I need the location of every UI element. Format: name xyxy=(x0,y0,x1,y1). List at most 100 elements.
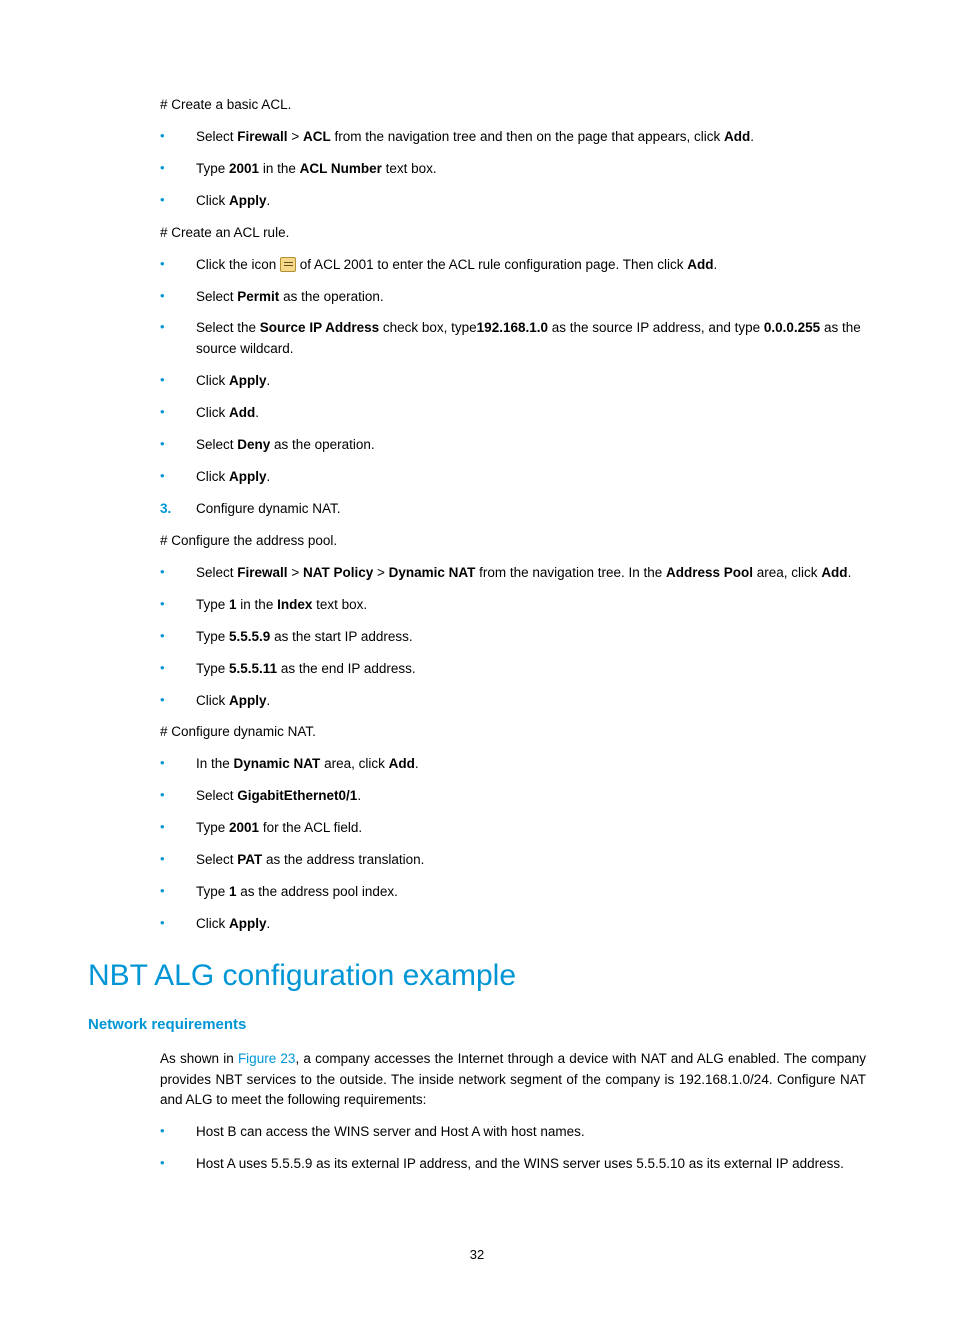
text-bold: 1 xyxy=(229,884,237,899)
text-bold: Deny xyxy=(237,437,270,452)
list-item: Click Apply. xyxy=(160,914,866,935)
figure-reference[interactable]: Figure 23 xyxy=(238,1051,296,1066)
text-bold: Index xyxy=(277,597,312,612)
text: as the end IP address. xyxy=(277,661,416,676)
text-bold: ACL Number xyxy=(300,161,382,176)
text: text box. xyxy=(312,597,367,612)
text: . xyxy=(357,788,361,803)
text: Type xyxy=(196,661,229,676)
text: Type xyxy=(196,629,229,644)
text: . xyxy=(267,469,271,484)
text: Select xyxy=(196,565,237,580)
text: in the xyxy=(259,161,300,176)
text-bold: 5.5.5.9 xyxy=(229,629,270,644)
subsection-heading: Network requirements xyxy=(88,1013,866,1036)
text: for the ACL field. xyxy=(259,820,362,835)
list-item: Host A uses 5.5.5.9 as its external IP a… xyxy=(160,1154,866,1175)
section-heading: NBT ALG configuration example xyxy=(88,953,866,1000)
create-acl-rule: # Create an ACL rule. xyxy=(160,223,866,244)
text: . xyxy=(267,373,271,388)
text: as the operation. xyxy=(279,289,383,304)
text: area, click xyxy=(753,565,821,580)
configure-dynamic-nat: # Configure dynamic NAT. xyxy=(160,722,866,743)
step-number: 3. xyxy=(160,499,171,520)
text-bold: Add xyxy=(229,405,255,420)
list-item: Select Firewall > ACL from the navigatio… xyxy=(160,127,866,148)
text: > xyxy=(288,565,303,580)
text: Select xyxy=(196,129,237,144)
text: Host B can access the WINS server and Ho… xyxy=(196,1124,585,1139)
text: . xyxy=(848,565,852,580)
text: Type xyxy=(196,820,229,835)
text: As shown in xyxy=(160,1051,238,1066)
text: from the navigation tree. In the xyxy=(475,565,666,580)
text-bold: Add xyxy=(687,257,713,272)
text: Click xyxy=(196,469,229,484)
text: . xyxy=(267,193,271,208)
text-bold: Apply xyxy=(229,916,267,931)
text: in the xyxy=(237,597,278,612)
text: as the address pool index. xyxy=(237,884,398,899)
bullet-group-4: In the Dynamic NAT area, click Add. Sele… xyxy=(160,754,866,935)
text: from the navigation tree and then on the… xyxy=(331,129,724,144)
text-bold: Permit xyxy=(237,289,279,304)
create-basic-acl: # Create a basic ACL. xyxy=(160,95,866,116)
list-item: Type 5.5.5.11 as the end IP address. xyxy=(160,659,866,680)
list-item: Type 1 as the address pool index. xyxy=(160,882,866,903)
text-bold: GigabitEthernet0/1 xyxy=(237,788,357,803)
text-bold: 2001 xyxy=(229,820,259,835)
edit-icon xyxy=(280,257,296,272)
text: . xyxy=(415,756,419,771)
list-item: Type 1 in the Index text box. xyxy=(160,595,866,616)
text: Select xyxy=(196,788,237,803)
text: Select xyxy=(196,437,237,452)
step-text: Configure dynamic NAT. xyxy=(196,501,341,516)
text: of ACL 2001 to enter the ACL rule config… xyxy=(296,257,687,272)
intro-paragraph: As shown in Figure 23, a company accesse… xyxy=(160,1049,866,1112)
list-item: Click Apply. xyxy=(160,467,866,488)
list-item: Type 5.5.5.9 as the start IP address. xyxy=(160,627,866,648)
text-bold: 5.5.5.11 xyxy=(229,661,277,676)
text: Click xyxy=(196,373,229,388)
step-3: 3. Configure dynamic NAT. xyxy=(160,499,866,520)
text-bold: Add xyxy=(821,565,847,580)
text: area, click xyxy=(320,756,388,771)
text: Host A uses 5.5.5.9 as its external IP a… xyxy=(196,1156,844,1171)
text: > xyxy=(288,129,303,144)
list-item: Click Add. xyxy=(160,403,866,424)
text: as the address translation. xyxy=(262,852,424,867)
text: as the operation. xyxy=(270,437,374,452)
text-bold: Apply xyxy=(229,469,267,484)
text: text box. xyxy=(382,161,437,176)
list-item: Select Deny as the operation. xyxy=(160,435,866,456)
bullet-group-3: Select Firewall > NAT Policy > Dynamic N… xyxy=(160,563,866,712)
text: . xyxy=(714,257,718,272)
text-bold: Add xyxy=(389,756,415,771)
list-item: In the Dynamic NAT area, click Add. xyxy=(160,754,866,775)
list-item: Click Apply. xyxy=(160,371,866,392)
text: Select the xyxy=(196,320,260,335)
text: Click xyxy=(196,405,229,420)
text: > xyxy=(373,565,388,580)
text-bold: Address Pool xyxy=(666,565,753,580)
text-bold: Apply xyxy=(229,693,267,708)
text: . xyxy=(750,129,754,144)
text: Type xyxy=(196,161,229,176)
text-bold: Source IP Address xyxy=(260,320,379,335)
text: Select xyxy=(196,289,237,304)
text: check box, type xyxy=(379,320,477,335)
list-item: Select GigabitEthernet0/1. xyxy=(160,786,866,807)
text-bold: 2001 xyxy=(229,161,259,176)
list-item: Select PAT as the address translation. xyxy=(160,850,866,871)
text: as the source IP address, and type xyxy=(548,320,764,335)
text-bold: 192.168.1.0 xyxy=(477,320,548,335)
text: Type xyxy=(196,884,229,899)
text: . xyxy=(255,405,259,420)
list-item: Click the icon of ACL 2001 to enter the … xyxy=(160,255,866,276)
text: . xyxy=(267,693,271,708)
text-bold: 0.0.0.255 xyxy=(764,320,820,335)
text-bold: Dynamic NAT xyxy=(234,756,321,771)
text: . xyxy=(267,916,271,931)
text: as the start IP address. xyxy=(270,629,412,644)
list-item: Select the Source IP Address check box, … xyxy=(160,318,866,360)
